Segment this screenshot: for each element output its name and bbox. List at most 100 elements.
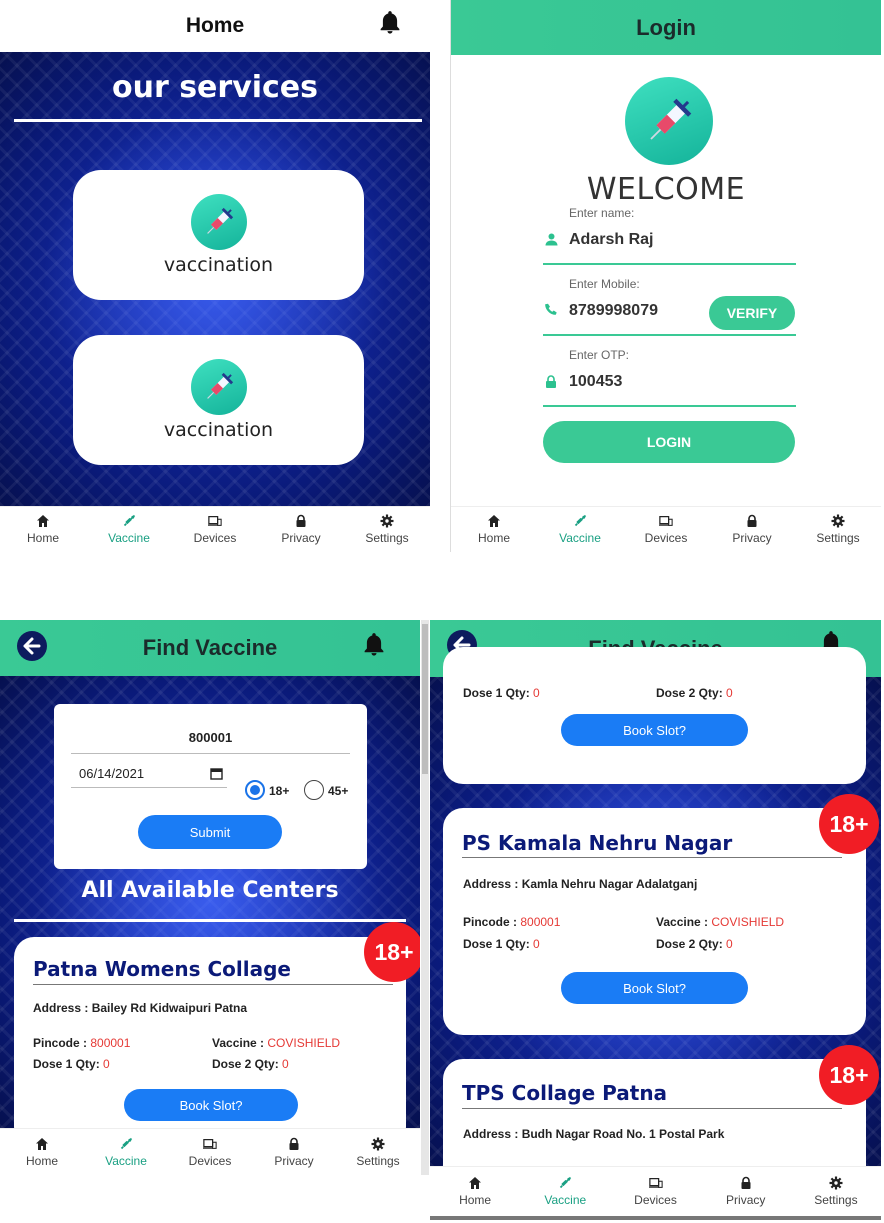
vaccine-label: Vaccine : [656,915,712,929]
bottom-nav: Home Vaccine Devices Privacy Settings [451,506,881,552]
divider [14,119,422,122]
nav-vaccine[interactable]: Vaccine [84,1129,168,1175]
book-slot-button[interactable]: Book Slot? [561,714,748,746]
nav-devices[interactable]: Devices [610,1167,700,1216]
find-background: 800001 06/14/2021 18+ 45+ Submit All Ava… [0,676,420,1147]
syringe-icon [190,359,247,415]
otp-underline [543,405,796,407]
nav-settings[interactable]: Settings [791,1167,881,1216]
vaccination-card[interactable]: vaccination [73,335,364,465]
nav-label: Home [26,531,59,545]
syringe-icon [190,194,247,250]
nav-label: Vaccine [108,531,150,545]
dose1-value: 0 [533,937,540,951]
lock-icon [289,1137,299,1150]
bell-icon[interactable] [377,9,403,42]
age-radio-45[interactable] [304,780,324,800]
dose2-value: 0 [282,1057,289,1071]
page-title: Login [636,14,696,40]
dose1-label: Dose 1 Qty: [33,1057,104,1071]
nav-settings[interactable]: Settings [336,1129,420,1175]
vaccination-card[interactable]: vaccination [73,170,364,300]
nav-privacy[interactable]: Privacy [701,1167,791,1216]
mobile-field[interactable]: 8789998079 [569,302,658,320]
otp-field[interactable]: 100453 [569,373,622,391]
vaccine-label: Vaccine : [212,1036,268,1050]
bottom-nav: Home Vaccine Devices Privacy Settings [0,506,430,552]
nav-label: Vaccine [544,1193,587,1207]
nav-privacy[interactable]: Privacy [258,507,344,552]
welcome-heading: WELCOME [586,172,746,207]
otp-label: Enter OTP: [569,348,630,362]
age-badge: 18+ [364,922,420,982]
nav-home[interactable]: Home [451,507,537,552]
name-label: Enter name: [569,206,635,220]
centers-title: All Available Centers [81,878,339,903]
nav-devices[interactable]: Devices [168,1129,252,1175]
syringe-icon [560,1176,572,1189]
book-slot-button[interactable]: Book Slot? [561,972,748,1004]
nav-label: Settings [356,1153,400,1168]
nav-privacy[interactable]: Privacy [709,507,795,552]
home-screen: Home our services vaccination vaccinatio… [0,0,430,552]
user-icon [545,233,558,246]
name-field[interactable]: Adarsh Raj [569,231,653,249]
divider [462,1108,842,1109]
nav-vaccine[interactable]: Vaccine [537,507,623,552]
nav-devices[interactable]: Devices [172,507,258,552]
nav-vaccine[interactable]: Vaccine [520,1167,610,1216]
center-dose1: Dose 1 Qty: 0 [33,1057,110,1071]
back-arrow-icon[interactable] [17,631,47,661]
devices-icon [648,1178,663,1188]
center-dose1: Dose 1 Qty: 0 [463,686,540,700]
age-label-45: 45+ [328,784,349,798]
divider [14,919,406,922]
center-address: Address : Bailey Rd Kidwaipuri Patna [33,1001,247,1015]
bell-icon[interactable] [361,631,387,664]
verify-button[interactable]: VERIFY [709,296,795,330]
nav-settings[interactable]: Settings [795,507,881,552]
nav-label: Devices [193,531,237,545]
nav-devices[interactable]: Devices [623,507,709,552]
nav-label: Privacy [732,531,772,545]
submit-button[interactable]: Submit [138,815,282,849]
lock-icon [546,375,556,388]
home-icon [488,515,500,527]
calendar-icon[interactable] [210,767,223,780]
syringe-icon [123,514,136,527]
nav-home[interactable]: Home [0,1129,84,1175]
divider [462,857,842,858]
bottom-nav: Home Vaccine Devices Privacy Settings [430,1166,881,1216]
date-input[interactable]: 06/14/2021 [71,760,227,788]
dose2-label: Dose 2 Qty: [656,686,727,700]
nav-home[interactable]: Home [430,1167,520,1216]
nav-vaccine[interactable]: Vaccine [86,507,172,552]
address-label: Address : [463,1127,522,1141]
age-radio-18[interactable] [245,780,265,800]
lock-icon [741,1176,751,1189]
book-slot-button[interactable]: Book Slot? [124,1089,298,1121]
nav-label: Home [25,1153,58,1168]
dose2-value: 0 [726,686,733,700]
card-label: vaccination [163,254,274,276]
scrollbar[interactable] [421,620,429,1175]
nav-label: Devices [188,1153,232,1168]
devices-icon [208,516,222,526]
nav-settings[interactable]: Settings [344,507,430,552]
syringe-icon [574,514,587,527]
nav-home[interactable]: Home [0,507,86,552]
bottom-scrollbar[interactable] [430,1216,881,1220]
nav-label: Settings [816,531,860,545]
login-button[interactable]: LOGIN [543,421,795,463]
nav-label: Settings [814,1193,858,1207]
home-icon [37,515,49,527]
address-value: Budh Nagar Road No. 1 Postal Park [521,1127,725,1141]
date-value: 06/14/2021 [79,766,145,781]
address-value: Bailey Rd Kidwaipuri Patna [91,1001,248,1015]
address-label: Address : [463,877,522,891]
pincode-input[interactable]: 800001 [71,730,350,754]
scrollbar-thumb[interactable] [422,624,428,774]
nav-privacy[interactable]: Privacy [252,1129,336,1175]
search-form: 800001 06/14/2021 18+ 45+ Submit [54,704,367,869]
pincode-value: 800001 [90,1036,131,1050]
